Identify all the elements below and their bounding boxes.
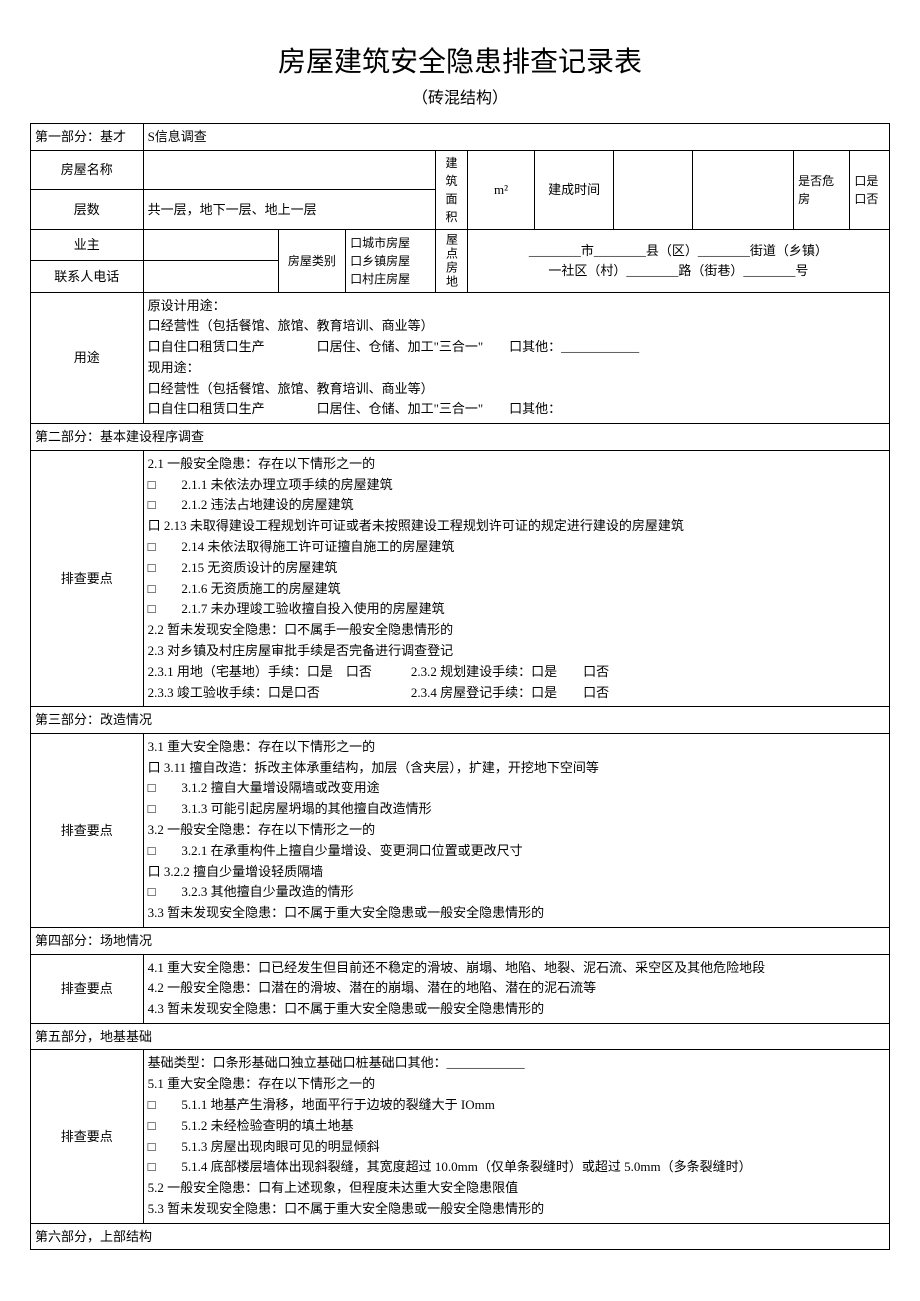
section5-header: 第五部分，地基基础 xyxy=(31,1023,890,1050)
contact-label: 联系人电话 xyxy=(31,261,144,293)
house-name-value[interactable] xyxy=(143,150,436,190)
section3-header: 第三部分：改造情况 xyxy=(31,707,890,734)
section4-content[interactable]: 4.1 重大安全隐患：口已经发生但目前还不稳定的滑坡、崩塌、地陷、地裂、泥石流、… xyxy=(143,954,889,1023)
location-value[interactable]: ________市________县（区）________街道（乡镇） 一社区（… xyxy=(467,229,889,292)
area-value[interactable]: m² xyxy=(467,150,535,229)
owner-value[interactable] xyxy=(143,229,278,261)
section1-header-a: 第一部分：基才 xyxy=(31,124,144,151)
section4-points-label: 排查要点 xyxy=(31,954,144,1023)
main-table: 第一部分：基才 S信息调查 房屋名称 建筑面积 m² 建成时间 是否危房 口是口… xyxy=(30,123,890,1250)
section2-content[interactable]: 2.1 一般安全隐患：存在以下情形之一的 □ 2.1.1 未依法办理立项手续的房… xyxy=(143,450,889,707)
location-label: 屋点房地 xyxy=(436,229,468,292)
page-subtitle: （砖混结构） xyxy=(30,84,890,108)
house-type-options[interactable]: 口城市房屋 口乡镇房屋 口村庄房屋 xyxy=(346,229,436,292)
section4-header: 第四部分：场地情况 xyxy=(31,928,890,955)
owner-label: 业主 xyxy=(31,229,144,261)
section3-points-label: 排查要点 xyxy=(31,733,144,927)
danger-options[interactable]: 口是口否 xyxy=(850,150,890,229)
house-type-label: 房屋类别 xyxy=(278,229,346,292)
section3-content[interactable]: 3.1 重大安全隐患：存在以下情形之一的 口 3.11 擅自改造：拆改主体承重结… xyxy=(143,733,889,927)
section1-header-b: S信息调查 xyxy=(143,124,889,151)
area-label: 建筑面积 xyxy=(436,150,468,229)
usage-content[interactable]: 原设计用途： 口经营性（包括餐馆、旅馆、教育培训、商业等） 口自住口租赁口生产 … xyxy=(143,292,889,424)
section2-header: 第二部分：基本建设程序调查 xyxy=(31,424,890,451)
floors-value: 共一层，地下一层、地上一层 xyxy=(143,190,436,230)
danger-label: 是否危房 xyxy=(794,150,850,229)
section6-header: 第六部分，上部结构 xyxy=(31,1223,890,1250)
page-title: 房屋建筑安全隐患排查记录表 xyxy=(30,40,890,80)
house-name-label: 房屋名称 xyxy=(31,150,144,190)
usage-label: 用途 xyxy=(31,292,144,424)
build-time-label: 建成时间 xyxy=(535,150,614,229)
floors-label: 层数 xyxy=(31,190,144,230)
contact-value[interactable] xyxy=(143,261,278,293)
section5-content[interactable]: 基础类型：口条形基础口独立基础口桩基础口其他：____________ 5.1 … xyxy=(143,1050,889,1223)
build-time-value[interactable] xyxy=(614,150,693,229)
build-time-value2[interactable] xyxy=(692,150,793,229)
section5-points-label: 排查要点 xyxy=(31,1050,144,1223)
section2-points-label: 排查要点 xyxy=(31,450,144,707)
